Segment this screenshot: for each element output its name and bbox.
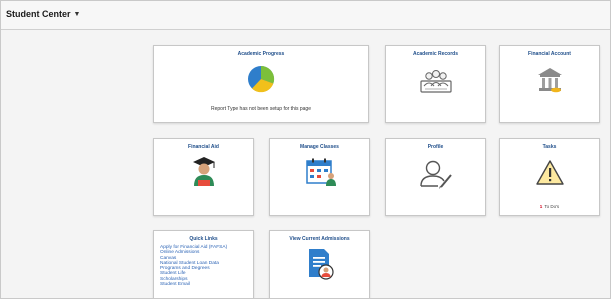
bank-icon [538,68,562,93]
quick-links-list: Apply for Financial Aid (FAFSA) Online A… [160,245,258,287]
tile-title: Academic Records [412,51,459,57]
tile-quick-links: Quick Links Apply for Financial Aid (FAF… [153,230,254,298]
todo-label: To Do's [544,204,560,209]
tile-manage-classes[interactable]: Manage Classes [269,138,370,216]
records-people-icon [420,70,452,93]
tile-financial-aid[interactable]: Financial Aid [153,138,254,216]
pie-chart-icon [248,65,275,93]
page-title-menu[interactable]: Student Center ▼ [6,9,80,19]
tile-tasks[interactable]: Tasks 1 To Do's [499,138,600,216]
tile-academic-progress[interactable]: Academic Progress Report Type has not be… [153,45,369,123]
document-user-icon [309,249,334,280]
tile-title: Financial Aid [188,144,219,150]
tile-title: View Current Admissions [289,236,350,242]
tile-title: Financial Account [528,51,571,57]
tile-title: Academic Progress [237,51,285,57]
chevron-down-icon[interactable]: ▼ [74,11,81,18]
tile-title: Manage Classes [300,144,339,150]
tile-title: Tasks [542,144,557,150]
page-title: Student Center [6,9,71,19]
warning-icon [536,160,564,185]
todo-count: 1 [539,204,543,209]
user-edit-icon [420,160,452,189]
tile-title: Profile [427,144,444,150]
tile-academic-records[interactable]: Academic Records [385,45,486,123]
link-student-email[interactable]: Student Email [160,282,258,287]
calendar-icon [306,158,336,186]
report-message: Report Type has not been setup for this … [211,106,311,112]
tile-profile[interactable]: Profile [385,138,486,216]
page-header: Student Center ▼ [1,1,610,30]
tile-financial-account[interactable]: Financial Account [499,45,600,123]
graduate-icon [193,157,215,186]
student-center-frame: Student Center ▼ Academic Progress Repor… [0,0,611,299]
tile-title: Quick Links [189,236,218,242]
tile-view-current-admissions[interactable]: View Current Admissions [269,230,370,298]
todo-indicator[interactable]: 1 To Do's [500,204,599,209]
